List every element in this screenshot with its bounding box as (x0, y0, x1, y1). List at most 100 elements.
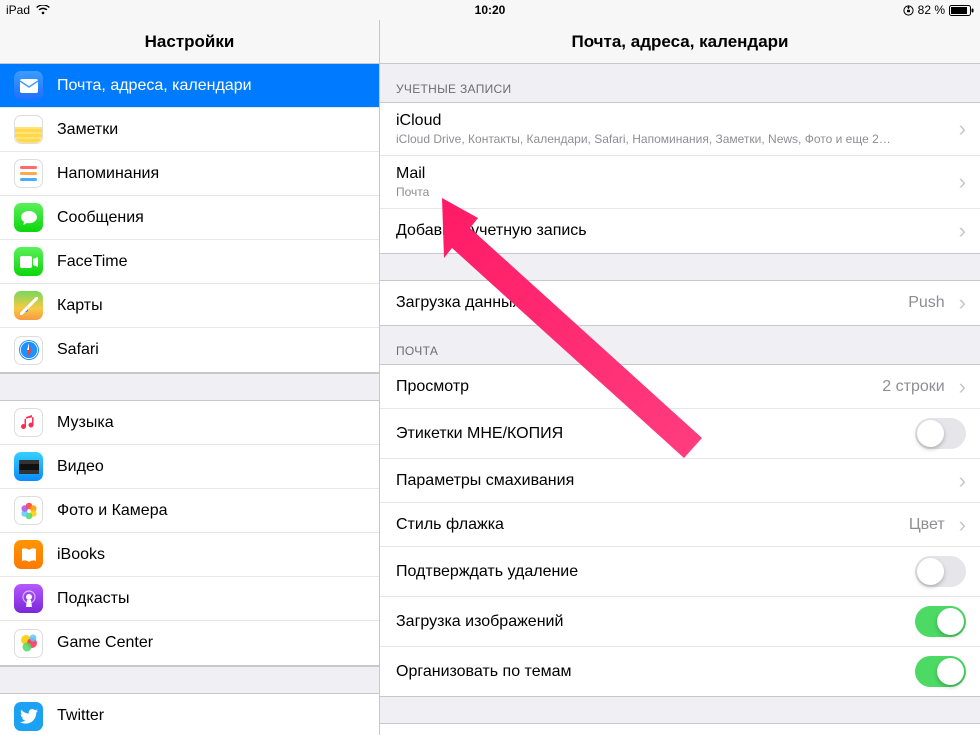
toggle-tocc[interactable] (915, 418, 966, 449)
sidebar-item-label: Видео (57, 458, 104, 476)
toggle-knob (917, 558, 944, 585)
twitter-icon (14, 702, 43, 731)
cell-value: Цвет (909, 516, 945, 534)
sidebar-item-music[interactable]: Музыка (0, 401, 379, 445)
sidebar-title: Настройки (0, 20, 379, 64)
settings-sidebar: Настройки Почта, адреса, календари Заметк… (0, 20, 380, 735)
section-header-mail: ПОЧТА (380, 326, 980, 364)
sidebar-item-label: Safari (57, 341, 99, 359)
cell-label: Просмотр (396, 378, 882, 396)
toggle-knob (917, 420, 944, 447)
sidebar-item-gamecenter[interactable]: Game Center (0, 621, 379, 665)
next-group-peek (380, 724, 980, 735)
cell-label: Mail (396, 165, 953, 183)
toggle-knob (937, 608, 964, 635)
reminders-icon (14, 159, 43, 188)
orientation-lock-icon (903, 5, 914, 16)
cell-label: Загрузка изображений (396, 613, 915, 631)
toggle-loadimg[interactable] (915, 606, 966, 637)
chevron-right-icon: › (959, 220, 966, 242)
cell-label: Параметры смахивания (396, 472, 953, 490)
videos-icon (14, 452, 43, 481)
cell-label: Организовать по темам (396, 663, 915, 681)
sidebar-item-facetime[interactable]: FaceTime (0, 240, 379, 284)
wifi-icon (36, 5, 50, 15)
facetime-icon (14, 247, 43, 276)
chevron-right-icon: › (959, 171, 966, 193)
account-cell-add[interactable]: Добавить учетную запись › (380, 209, 980, 253)
notes-icon (14, 115, 43, 144)
sidebar-item-label: Музыка (57, 414, 114, 432)
sidebar-item-photos[interactable]: Фото и Камера (0, 489, 379, 533)
cell-label: Загрузка данных (396, 294, 908, 312)
maps-icon (14, 291, 43, 320)
mail-cell-swipe[interactable]: Параметры смахивания › (380, 459, 980, 503)
toggle-confirmdel[interactable] (915, 556, 966, 587)
chevron-right-icon: › (959, 292, 966, 314)
chevron-right-icon: › (959, 376, 966, 398)
sidebar-separator (0, 666, 379, 694)
sidebar-item-label: Game Center (57, 634, 153, 652)
cell-subtitle: Почта (396, 185, 953, 199)
sidebar-item-label: Напоминания (57, 165, 159, 183)
sidebar-item-label: FaceTime (57, 253, 128, 271)
mail-cell-loadimg[interactable]: Загрузка изображений (380, 597, 980, 647)
mail-icon (14, 71, 43, 100)
detail-title: Почта, адреса, календари (380, 20, 980, 64)
cell-label: Этикетки МНЕ/КОПИЯ (396, 425, 915, 443)
cell-label: Подтверждать удаление (396, 563, 915, 581)
sidebar-item-maps[interactable]: Карты (0, 284, 379, 328)
battery-icon (949, 5, 974, 16)
music-icon (14, 408, 43, 437)
sidebar-item-ibooks[interactable]: iBooks (0, 533, 379, 577)
podcasts-icon (14, 584, 43, 613)
sidebar-item-messages[interactable]: Сообщения (0, 196, 379, 240)
sidebar-item-label: Подкасты (57, 590, 129, 608)
chevron-right-icon: › (959, 470, 966, 492)
sidebar-item-label: Почта, адреса, календари (57, 77, 252, 95)
cell-fetch-new-data[interactable]: Загрузка данных Push › (380, 281, 980, 325)
mail-cell-flagstyle[interactable]: Стиль флажкаЦвет › (380, 503, 980, 547)
detail-pane: Почта, адреса, календари УЧЕТНЫЕ ЗАПИСИ … (380, 20, 980, 735)
mail-cell-confirmdel[interactable]: Подтверждать удаление (380, 547, 980, 597)
gamecenter-icon (14, 629, 43, 658)
sidebar-item-label: Фото и Камера (57, 502, 168, 520)
sidebar-item-notes[interactable]: Заметки (0, 108, 379, 152)
cell-value: Push (908, 294, 944, 312)
account-cell-mail[interactable]: Mail Почта › (380, 156, 980, 209)
toggle-thread[interactable] (915, 656, 966, 687)
account-cell-icloud[interactable]: iCloud iCloud Drive, Контакты, Календари,… (380, 103, 980, 156)
sidebar-item-label: Сообщения (57, 209, 144, 227)
sidebar-item-twitter[interactable]: Twitter (0, 694, 379, 735)
section-header-accounts: УЧЕТНЫЕ ЗАПИСИ (380, 64, 980, 102)
sidebar-item-reminders[interactable]: Напоминания (0, 152, 379, 196)
ibooks-icon (14, 540, 43, 569)
sidebar-item-label: iBooks (57, 546, 105, 564)
sidebar-item-label: Карты (57, 297, 103, 315)
messages-icon (14, 203, 43, 232)
cell-value: 2 строки (882, 378, 944, 396)
cell-label: Добавить учетную запись (396, 222, 953, 240)
sidebar-separator (0, 373, 379, 401)
sidebar-item-videos[interactable]: Видео (0, 445, 379, 489)
device-label: iPad (6, 3, 30, 17)
sidebar-item-label: Заметки (57, 121, 118, 139)
battery-text: 82 % (918, 3, 945, 17)
cell-label: Стиль флажка (396, 516, 909, 534)
mail-cell-preview[interactable]: Просмотр2 строки › (380, 365, 980, 409)
status-bar: iPad 10:20 82 % (0, 0, 980, 20)
mail-cell-tocc[interactable]: Этикетки МНЕ/КОПИЯ (380, 409, 980, 459)
status-time: 10:20 (475, 3, 506, 17)
sidebar-item-podcasts[interactable]: Подкасты (0, 577, 379, 621)
mail-cell-thread[interactable]: Организовать по темам (380, 647, 980, 696)
cell-subtitle: iCloud Drive, Контакты, Календари, Safar… (396, 132, 953, 146)
sidebar-item-label: Twitter (57, 707, 104, 725)
safari-icon (14, 336, 43, 365)
toggle-knob (937, 658, 964, 685)
chevron-right-icon: › (959, 514, 966, 536)
sidebar-item-safari[interactable]: Safari (0, 328, 379, 372)
photos-icon (14, 496, 43, 525)
chevron-right-icon: › (959, 118, 966, 140)
cell-label: iCloud (396, 112, 953, 130)
sidebar-item-mail-contacts-calendar[interactable]: Почта, адреса, календари (0, 64, 379, 108)
